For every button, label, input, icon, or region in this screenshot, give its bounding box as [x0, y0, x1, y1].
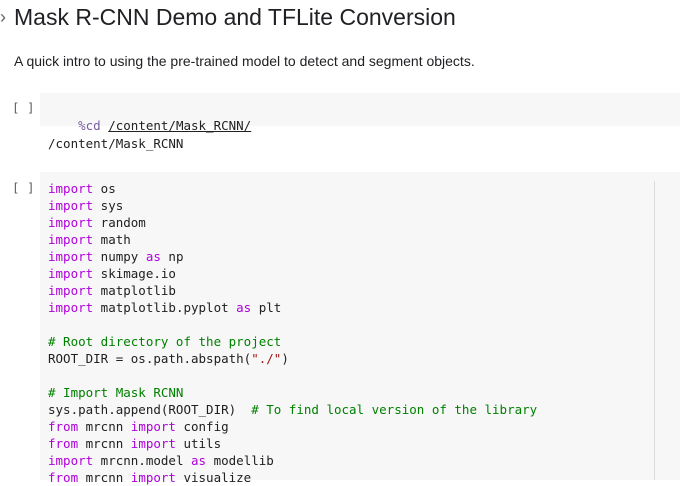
code-token: matplotlib — [93, 283, 176, 298]
code-line: ROOT_DIR = os.path.abspath("./") — [48, 350, 289, 367]
code-token: sys — [93, 198, 124, 213]
code-token: os — [93, 181, 116, 196]
code-line: %cd /content/Mask_RCNN/ — [48, 100, 251, 133]
intro-text: A quick intro to using the pre-trained m… — [14, 53, 475, 69]
run-cell-button[interactable]: [ ] — [12, 100, 35, 115]
cell-output: /content/Mask_RCNN — [48, 136, 184, 151]
code-token: from — [48, 419, 79, 434]
code-cell-cd: [ ] %cd /content/Mask_RCNN/ /content/Mas… — [0, 93, 680, 166]
code-line: import skimage.io — [48, 265, 176, 282]
code-line: import numpy as np — [48, 248, 183, 265]
code-token: mrcnn — [78, 436, 131, 451]
code-line: import sys — [48, 197, 123, 214]
magic-command: %cd — [78, 118, 101, 133]
code-token: import — [48, 249, 94, 264]
code-token: import — [48, 300, 94, 315]
code-token: import — [48, 181, 94, 196]
code-token: mrcnn — [78, 470, 131, 485]
code-token: "./" — [251, 351, 282, 366]
code-line: from mrcnn import visualize — [48, 469, 251, 486]
code-token: as — [145, 249, 161, 264]
code-token: # Import Mask RCNN — [48, 385, 184, 400]
code-token: import — [48, 198, 94, 213]
code-token: from — [48, 436, 79, 451]
code-line: import os — [48, 180, 116, 197]
collapse-section-icon[interactable]: › — [0, 6, 8, 28]
code-line: import mrcnn.model as modellib — [48, 452, 274, 469]
code-line: from mrcnn import utils — [48, 435, 221, 452]
notebook-title: Mask R-CNN Demo and TFLite Conversion — [14, 4, 456, 30]
code-line: import random — [48, 214, 146, 231]
code-token: # To find local version of the library — [251, 402, 538, 417]
code-token: plt — [251, 300, 282, 315]
code-token: visualize — [175, 470, 252, 485]
code-line: # Root directory of the project — [48, 333, 281, 350]
code-line: from mrcnn import config — [48, 418, 229, 435]
code-token: np — [160, 249, 184, 264]
code-line: # Import Mask RCNN — [48, 384, 183, 401]
code-line: import matplotlib — [48, 282, 176, 299]
code-token: math — [93, 232, 131, 247]
code-token: ) — [281, 351, 289, 366]
path-link[interactable]: /content/Mask_RCNN/ — [108, 118, 251, 133]
code-line: import matplotlib.pyplot as plt — [48, 299, 281, 316]
code-token: import — [48, 232, 94, 247]
code-token: import — [48, 283, 94, 298]
code-token: import — [48, 453, 94, 468]
code-token: modellib — [206, 453, 274, 468]
code-token: import — [130, 436, 176, 451]
code-token: import — [48, 266, 94, 281]
code-token: skimage.io — [93, 266, 176, 281]
code-token: import — [130, 470, 176, 485]
code-token: ROOT_DIR = os.path.abspath( — [48, 351, 252, 366]
code-line: import math — [48, 231, 131, 248]
code-token: import — [130, 419, 176, 434]
code-token: numpy — [93, 249, 146, 264]
code-token: import — [48, 215, 94, 230]
code-token: mrcnn.model — [93, 453, 191, 468]
code-token: from — [48, 470, 79, 485]
code-cell-imports: [ ] import os import sys import random impo… — [0, 172, 680, 485]
code-line: sys.path.append(ROOT_DIR) # To find loca… — [48, 401, 537, 418]
code-token: as — [191, 453, 207, 468]
code-token: utils — [175, 436, 222, 451]
code-token: sys.path.append(ROOT_DIR) — [48, 402, 252, 417]
run-cell-button[interactable]: [ ] — [12, 180, 35, 195]
code-token: as — [236, 300, 252, 315]
editor-vertical-ruler — [654, 181, 655, 480]
section-heading: › Mask R-CNN Demo and TFLite Conversion — [0, 0, 680, 40]
code-token: mrcnn — [78, 419, 131, 434]
code-token: random — [93, 215, 146, 230]
code-token: matplotlib.pyplot — [93, 300, 237, 315]
code-token: # Root directory of the project — [48, 334, 282, 349]
code-token: config — [175, 419, 229, 434]
